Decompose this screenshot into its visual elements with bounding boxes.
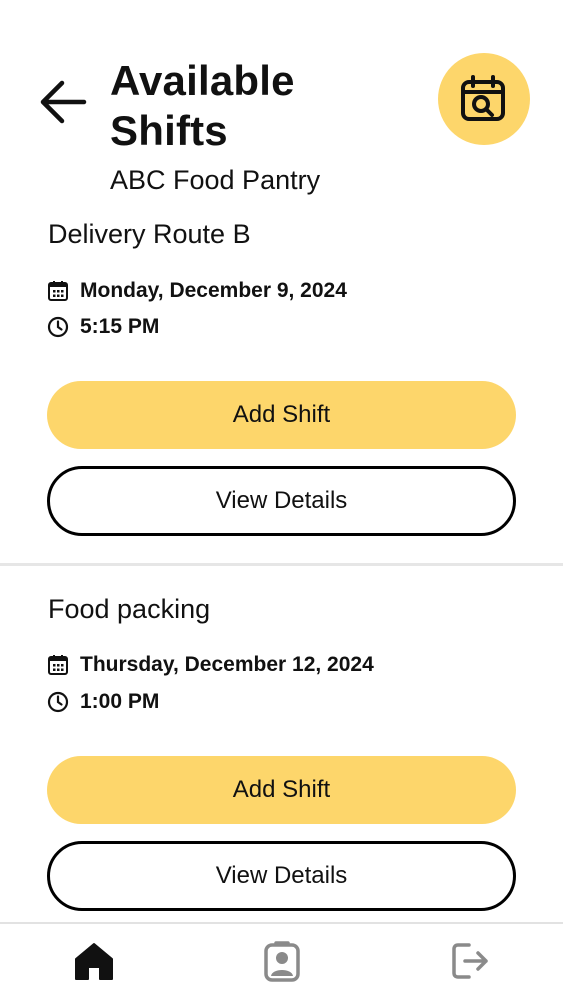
calendar-icon (46, 279, 70, 303)
shift-date: Thursday, December 12, 2024 (80, 653, 374, 676)
shift-title: Food packing (48, 594, 211, 624)
organization-name: ABC Food Pantry (110, 165, 321, 195)
shift-time: 1:00 PM (80, 690, 160, 713)
add-shift-button[interactable]: Add Shift (47, 756, 516, 824)
home-icon (75, 943, 113, 980)
shift-time-row: 1:00 PM (46, 688, 159, 716)
shift-time: 5:15 PM (80, 315, 160, 338)
header: Available Shifts ABC Food Pantry (0, 0, 563, 200)
nav-profile[interactable] (254, 936, 310, 986)
bottom-nav (0, 922, 563, 1002)
nav-home[interactable] (66, 936, 122, 986)
shift-date-row: Monday, December 9, 2024 (46, 277, 347, 305)
back-button[interactable] (34, 74, 92, 130)
calendar-icon (46, 653, 70, 677)
view-details-button[interactable]: View Details (47, 466, 516, 536)
shift-time-row: 5:15 PM (46, 313, 159, 341)
logout-icon (452, 943, 488, 979)
divider (0, 563, 563, 566)
arrow-left-icon (40, 80, 87, 124)
search-shifts-button[interactable] (438, 53, 530, 145)
add-shift-button[interactable]: Add Shift (47, 381, 516, 449)
shift-title: Delivery Route B (48, 219, 251, 249)
nav-logout[interactable] (442, 936, 498, 986)
shift-date-row: Thursday, December 12, 2024 (46, 651, 374, 679)
shift-date: Monday, December 9, 2024 (80, 279, 347, 302)
view-details-button[interactable]: View Details (47, 841, 516, 911)
clock-icon (46, 315, 70, 339)
calendar-search-icon (461, 75, 505, 121)
page-title: Available Shifts (110, 57, 295, 154)
profile-badge-icon (264, 941, 300, 982)
clock-icon (46, 690, 70, 714)
